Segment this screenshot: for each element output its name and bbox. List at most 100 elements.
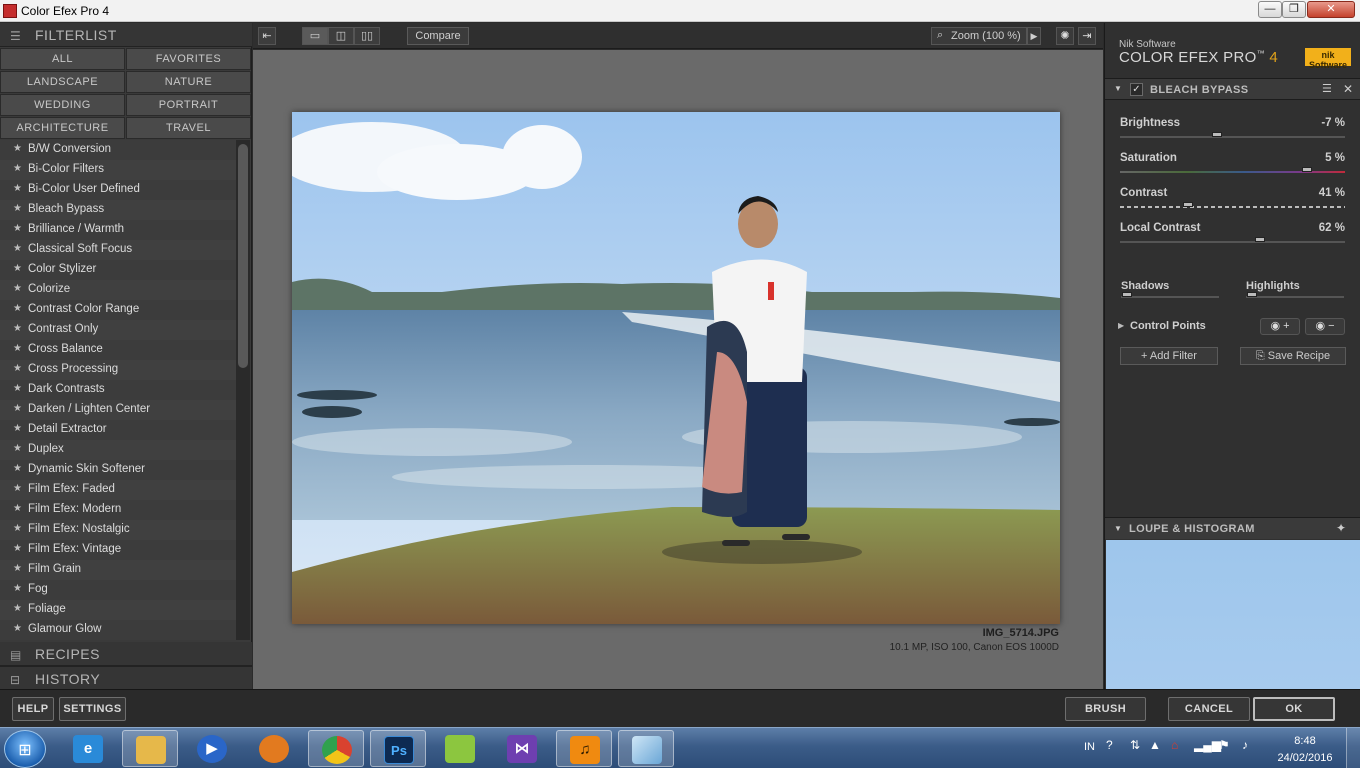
show-hidden-icons-icon[interactable]: ▲ [1149,738,1161,752]
slider-track[interactable] [1120,206,1345,208]
network-adapter-icon[interactable]: ⇅ [1130,738,1140,752]
slider-knob[interactable] [1122,292,1132,297]
slider-track[interactable] [1120,241,1345,243]
pin-icon[interactable]: ✦ [1336,521,1346,535]
category-favorites[interactable]: FAVORITES [126,48,251,70]
add-filter-button[interactable]: + Add Filter [1120,347,1218,365]
filter-enable-checkbox[interactable]: ✓ [1130,83,1143,96]
filter-item[interactable]: ★ Film Efex: Faded [0,480,236,500]
star-icon[interactable]: ★ [13,363,22,374]
filter-item[interactable]: ★ Bleach Bypass [0,200,236,220]
star-icon[interactable]: ★ [13,143,22,154]
star-icon[interactable]: ★ [13,423,22,434]
taskbar-file-explorer[interactable] [122,730,178,767]
taskbar-photoshop[interactable]: Ps [370,730,426,767]
slider-track[interactable] [1120,136,1345,138]
star-icon[interactable]: ★ [13,163,22,174]
antivirus-icon[interactable]: ⌂ [1171,738,1178,752]
collapse-triangle-icon[interactable]: ▼ [1114,524,1122,533]
star-icon[interactable]: ★ [13,303,22,314]
star-icon[interactable]: ★ [13,323,22,334]
filterlist-header[interactable]: ☰ FILTERLIST [0,23,252,47]
filter-item[interactable]: ★ Contrast Only [0,320,236,340]
preview-image[interactable] [292,112,1060,624]
taskbar-visual-studio[interactable]: ⋈ [494,730,550,767]
loupe-histogram-header[interactable]: ▼ LOUPE & HISTOGRAM ✦ [1105,517,1360,539]
help-button[interactable]: HELP [12,697,54,721]
filter-item[interactable]: ★ Bi-Color User Defined [0,180,236,200]
filter-item[interactable]: ★ Darken / Lighten Center [0,400,236,420]
background-toggle-button[interactable]: ✺ [1056,27,1074,45]
filter-item[interactable]: ★ Bi-Color Filters [0,160,236,180]
star-icon[interactable]: ★ [13,583,22,594]
star-icon[interactable]: ★ [13,603,22,614]
filter-item[interactable]: ★ Colorize [0,280,236,300]
filter-item[interactable]: ★ Dark Contrasts [0,380,236,400]
category-wedding[interactable]: WEDDING [0,94,125,116]
slider-knob[interactable] [1254,237,1265,242]
filter-item[interactable]: ★ Color Stylizer [0,260,236,280]
slider-knob[interactable] [1301,167,1312,172]
taskbar-media-player[interactable]: ▶ [184,730,240,767]
minimize-button[interactable]: — [1258,1,1282,18]
slider-track[interactable] [1246,296,1344,298]
star-icon[interactable]: ★ [13,243,22,254]
star-icon[interactable]: ★ [13,403,22,414]
expand-triangle-icon[interactable]: ▶ [1118,321,1124,330]
add-control-point-button[interactable]: ◉ + [1260,318,1300,335]
star-icon[interactable]: ★ [13,263,22,274]
filter-item[interactable]: ★ Fog [0,580,236,600]
save-recipe-button[interactable]: ⎘ Save Recipe [1240,347,1346,365]
filter-item[interactable]: ★ Dynamic Skin Softener [0,460,236,480]
clock-date[interactable]: 24/02/2016 [1270,752,1340,764]
scrollbar-thumb[interactable] [238,144,248,368]
param-value[interactable]: 5 % [1295,152,1345,164]
category-landscape[interactable]: LANDSCAPE [0,71,125,93]
help-tray-icon[interactable]: ? [1106,738,1113,752]
star-icon[interactable]: ★ [13,463,22,474]
slider-track[interactable] [1121,296,1219,298]
filter-menu-icon[interactable]: ☰ [1322,82,1332,95]
zoom-dropdown-button[interactable]: ▶ [1027,27,1041,45]
signal-strength-icon[interactable]: ▂▄▆ [1194,738,1221,752]
language-indicator[interactable]: IN [1084,741,1095,753]
filter-item[interactable]: ★ Foliage [0,600,236,620]
cancel-button[interactable]: CANCEL [1168,697,1250,721]
taskbar-chrome[interactable] [308,730,364,767]
remove-filter-icon[interactable]: ✕ [1343,82,1353,96]
filter-item[interactable]: ★ Film Efex: Vintage [0,540,236,560]
show-desktop-button[interactable] [1346,728,1360,768]
toggle-right-panel-button[interactable]: ⇥ [1078,27,1096,45]
taskbar-internet-explorer[interactable]: e [60,730,116,767]
remove-control-point-button[interactable]: ◉ − [1305,318,1345,335]
filter-item[interactable]: ★ Classical Soft Focus [0,240,236,260]
start-button[interactable]: ⊞ [4,730,46,768]
category-portrait[interactable]: PORTRAIT [126,94,251,116]
star-icon[interactable]: ★ [13,623,22,634]
category-nature[interactable]: NATURE [126,71,251,93]
param-value[interactable]: 41 % [1295,187,1345,199]
param-value[interactable]: -7 % [1295,117,1345,129]
recipes-header[interactable]: ▤ RECIPES [0,642,252,666]
star-icon[interactable]: ★ [13,223,22,234]
star-icon[interactable]: ★ [13,383,22,394]
slider-knob[interactable] [1182,202,1193,207]
brush-button[interactable]: BRUSH [1065,697,1146,721]
param-value[interactable]: 62 % [1295,222,1345,234]
split-view-button[interactable]: ◫ [328,27,354,45]
filter-list-scrollbar[interactable] [236,140,250,640]
filter-item[interactable]: ★ B/W Conversion [0,140,236,160]
filter-item[interactable]: ★ Cross Balance [0,340,236,360]
star-icon[interactable]: ★ [13,563,22,574]
star-icon[interactable]: ★ [13,543,22,554]
star-icon[interactable]: ★ [13,443,22,454]
star-icon[interactable]: ★ [13,343,22,354]
taskbar-music-app[interactable]: ♫ [556,730,612,767]
slider-knob[interactable] [1211,132,1222,137]
filter-item[interactable]: ★ Contrast Color Range [0,300,236,320]
ok-button[interactable]: OK [1253,697,1335,721]
close-button[interactable]: ✕ [1307,1,1355,18]
compare-button[interactable]: Compare [407,27,469,45]
action-center-flag-icon[interactable]: ⚑ [1219,738,1230,752]
star-icon[interactable]: ★ [13,203,22,214]
